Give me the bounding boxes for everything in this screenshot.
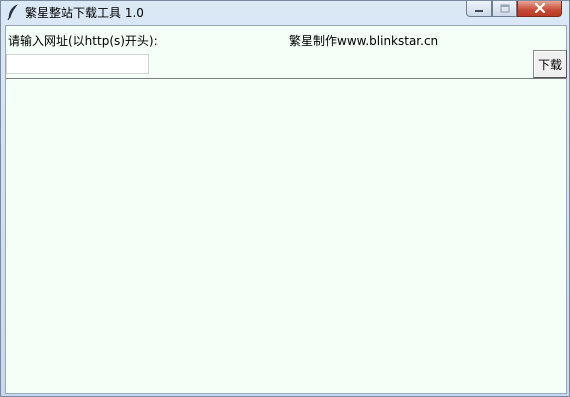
close-icon [534,2,546,16]
divider [6,78,566,79]
output-area[interactable] [6,80,566,393]
app-window: 繁星整站下载工具 1.0 请输入网址(以http(s)开头): 繁星制作www.… [0,0,570,397]
credit-label: 繁星制作www.blinkstar.cn [289,34,439,48]
close-button[interactable] [517,1,562,17]
window-title: 繁星整站下载工具 1.0 [25,6,144,20]
minimize-button[interactable] [466,1,492,17]
maximize-icon [499,2,510,16]
client-area: 请输入网址(以http(s)开头): 繁星制作www.blinkstar.cn … [5,25,567,394]
url-input[interactable] [6,54,149,74]
feather-icon [6,4,20,21]
minimize-icon [474,2,484,16]
maximize-button[interactable] [492,1,517,17]
download-button[interactable]: 下载 [533,50,567,78]
title-bar[interactable]: 繁星整站下载工具 1.0 [1,1,569,23]
url-label: 请输入网址(以http(s)开头): [8,34,158,48]
